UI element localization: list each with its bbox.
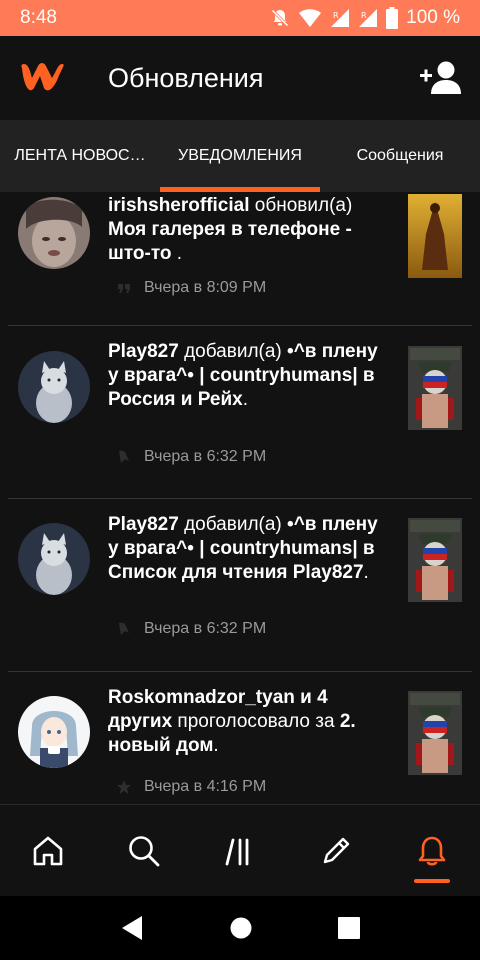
notification-tail: . <box>213 735 219 756</box>
home-icon <box>33 836 63 866</box>
bookmark-icon <box>119 450 129 463</box>
notification-user[interactable]: Play827 <box>108 514 179 535</box>
avatar[interactable] <box>18 696 90 768</box>
status-time: 8:48 <box>20 7 57 28</box>
wifi-icon <box>299 9 322 27</box>
signal-icon-2: R <box>359 9 378 27</box>
tab-notifications[interactable]: УВЕДОМЛЕНИЯ <box>160 120 320 192</box>
list-item[interactable]: irishsherofficial обновил(а) Моя галерея… <box>0 192 480 326</box>
notification-action: проголосовало за <box>172 711 340 732</box>
notification-text: Play827 добавил(а) •^в плену у врага^• |… <box>108 513 392 585</box>
bell-icon <box>418 836 446 866</box>
notification-tail: . <box>363 562 369 583</box>
avatar[interactable] <box>18 351 90 423</box>
notification-tail: . <box>171 243 183 264</box>
svg-text:R: R <box>361 11 367 20</box>
system-navigation-bar <box>0 896 480 960</box>
add-user-icon[interactable] <box>418 60 462 96</box>
notification-story[interactable]: Моя галерея в телефоне - што-то <box>108 219 352 264</box>
search-icon <box>129 836 160 867</box>
status-icons: R R 100 % <box>270 7 460 29</box>
notification-meta: Вчера в 6:32 PM <box>116 448 266 466</box>
notification-list[interactable]: irishsherofficial обновил(а) Моя галерея… <box>0 192 480 804</box>
star-icon <box>117 780 131 794</box>
library-icon <box>225 838 249 866</box>
notification-action: обновил(а) <box>249 195 353 216</box>
notification-meta: Вчера в 8:09 PM <box>116 279 266 297</box>
tab-news-feed[interactable]: ЛЕНТА НОВОС… <box>0 120 160 192</box>
notification-meta: Вчера в 6:32 PM <box>116 620 266 638</box>
notification-action: добавил(а) <box>178 341 288 362</box>
notification-text: Play827 добавил(а) •^в плену у врага^• |… <box>108 340 392 412</box>
home-circle-icon[interactable] <box>230 917 252 939</box>
list-item[interactable]: Play827 добавил(а) •^в плену у врага^• |… <box>0 499 480 672</box>
quote-icon <box>118 284 130 293</box>
status-bar: 8:48 R R 100 % <box>0 0 480 36</box>
tab-news-feed-label: ЛЕНТА НОВОС… <box>14 147 146 164</box>
notifications-off-icon <box>271 9 289 27</box>
battery-icon <box>386 7 399 29</box>
avatar[interactable] <box>18 523 90 595</box>
pencil-icon <box>323 837 350 864</box>
bookmark-icon <box>119 622 129 635</box>
notification-action: добавил(а) <box>178 514 288 535</box>
story-cover[interactable] <box>408 691 462 775</box>
notification-user[interactable]: Play827 <box>108 341 179 362</box>
notification-time: Вчера в 4:16 PM <box>144 778 267 795</box>
notification-text: Roskomnadzor_tyan и 4 других проголосова… <box>108 686 392 758</box>
notification-meta: Вчера в 4:16 PM <box>116 778 266 796</box>
back-icon[interactable] <box>120 915 144 941</box>
battery-percent: 100 % <box>406 7 460 28</box>
notification-time: Вчера в 6:32 PM <box>144 448 267 465</box>
svg-text:R: R <box>333 11 339 20</box>
notification-text: irishsherofficial обновил(а) Моя галерея… <box>108 194 392 266</box>
app-bar: Обновления <box>0 36 480 120</box>
story-cover[interactable] <box>408 518 462 602</box>
signal-icon-1: R <box>331 9 350 27</box>
active-nav-indicator <box>414 879 450 883</box>
list-item[interactable]: Roskomnadzor_tyan и 4 других проголосова… <box>0 672 480 804</box>
wattpad-logo[interactable] <box>18 58 68 98</box>
nav-write[interactable] <box>288 805 384 897</box>
nav-search[interactable] <box>96 805 192 897</box>
avatar[interactable] <box>18 197 90 269</box>
notification-tail: . <box>242 389 248 410</box>
story-cover[interactable] <box>408 194 462 278</box>
notification-time: Вчера в 8:09 PM <box>144 279 267 296</box>
story-cover[interactable] <box>408 346 462 430</box>
notification-time: Вчера в 6:32 PM <box>144 620 267 637</box>
tab-notifications-label: УВЕДОМЛЕНИЯ <box>178 147 302 164</box>
list-item[interactable]: Play827 добавил(а) •^в плену у врага^• |… <box>0 326 480 499</box>
tab-messages-label: Сообщения <box>356 147 444 164</box>
tab-bar: ЛЕНТА НОВОС… УВЕДОМЛЕНИЯ Сообщения <box>0 120 480 192</box>
nav-library[interactable] <box>192 805 288 897</box>
tab-messages[interactable]: Сообщения <box>320 120 480 192</box>
nav-notifications[interactable] <box>384 805 480 897</box>
page-title: Обновления <box>108 62 264 93</box>
recents-icon[interactable] <box>338 917 360 939</box>
nav-home[interactable] <box>0 805 96 897</box>
bottom-navigation <box>0 804 480 896</box>
notification-user[interactable]: irishsherofficial <box>108 195 250 216</box>
